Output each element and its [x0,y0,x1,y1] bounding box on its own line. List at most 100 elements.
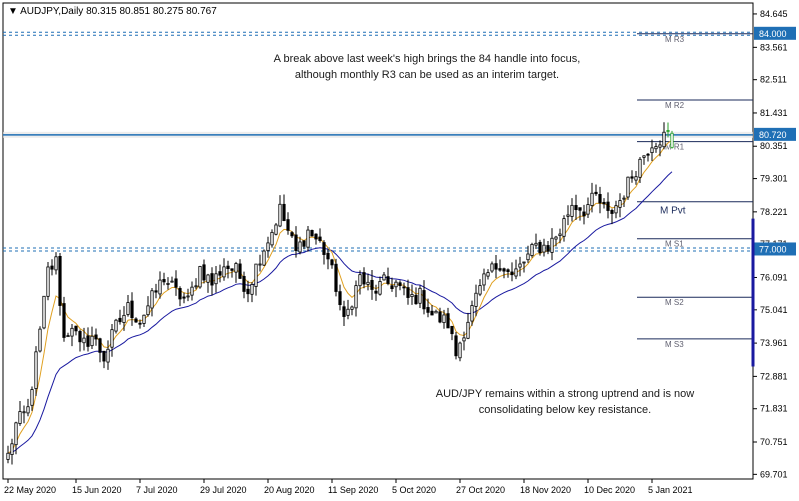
candle-body [650,147,654,154]
candle-body [494,263,498,270]
candle-body [414,294,418,305]
candle-body [246,288,250,295]
candle-body [30,389,34,406]
candle-body [134,318,138,323]
candle-body [94,334,98,340]
candle-body [266,242,270,252]
candle-body [318,236,322,241]
candle-body [202,264,206,281]
candle-body [642,155,646,158]
candle-body [606,201,610,211]
candle-body [6,452,10,460]
candle-body [74,325,78,332]
candle-body [362,272,366,285]
candle-body [302,240,306,247]
candle-body [258,263,262,266]
candle-body [622,197,626,200]
candle-body [118,317,122,323]
candle-body [342,306,346,317]
y-tick-label-9: 75.041 [760,305,788,315]
candle-body [314,233,318,240]
pivot-label-3: M Pvt [660,206,686,217]
y-tick-label-0: 84.645 [760,9,788,19]
candle-body [574,205,578,211]
candle-body [70,327,74,337]
candle-body [538,241,542,254]
pivot-label-6: M S3 [665,340,684,349]
candle-body [166,283,170,285]
candle-body [26,406,30,414]
x-tick-label-3: 29 Jul 2020 [200,485,247,495]
candle-body [306,229,310,248]
candle-body [298,241,302,253]
candle-body [54,256,58,271]
candle-body [646,153,650,156]
candle-body [594,191,598,195]
x-tick-label-1: 15 Jun 2020 [72,485,122,495]
candle-body [14,422,18,446]
candle-body [206,274,210,283]
candle-body [198,266,202,288]
candle-body [182,296,186,299]
candle-body [438,311,442,323]
candle-body [186,295,190,298]
candle-body [278,203,282,227]
candle-body [226,265,230,270]
candle-body [290,232,294,237]
candle-body [546,245,550,252]
candle-body [322,242,326,255]
candle-body [350,306,354,310]
candle-body [378,281,382,295]
y-tick-label-10: 73.961 [760,338,788,348]
candle-body [126,302,130,315]
candle-body [430,310,434,316]
x-tick-label-7: 27 Oct 2020 [456,485,505,495]
candle-body [634,176,638,181]
candle-body [122,314,126,323]
x-tick-label-0: 22 May 2020 [4,485,56,495]
candle-body [398,282,402,286]
pivot-label-1: M R2 [665,101,685,110]
candle-body [542,244,546,253]
candle-body [586,204,590,215]
candle-body [434,310,438,314]
x-tick-label-6: 5 Oct 2020 [392,485,436,495]
candle-body [38,328,42,352]
candle-body [626,176,630,198]
candle-body [42,295,46,329]
candle-body [550,237,554,253]
candle-body [426,307,430,313]
annotation-bottom: AUD/JPY remains within a strong uptrend … [435,388,695,416]
x-tick-label-9: 10 Dec 2020 [584,485,635,495]
candle-body [442,314,446,324]
x-tick-label-8: 18 Nov 2020 [520,485,571,495]
candle-body [354,285,358,309]
candle-body [46,266,50,297]
candle-body [602,201,606,205]
candle-body [498,268,502,271]
candle-body [98,338,102,353]
candle-body [474,292,478,307]
candle-body [374,290,378,294]
candle-body [254,263,258,287]
candle-body [654,146,658,150]
candle-body [158,279,162,295]
x-tick-label-4: 20 Aug 2020 [264,485,315,495]
candle-body [658,144,662,148]
candle-body [170,280,174,283]
candle-body [630,176,634,179]
x-tick-label-10: 5 Jan 2021 [648,485,693,495]
y-tick-label-8: 76.091 [760,272,788,282]
pivot-label-0: M R3 [665,35,685,44]
candle-body [370,279,374,290]
candle-body [270,231,274,246]
candle-body [562,218,566,237]
candle-body [366,281,370,285]
y-tick-label-14: 69.701 [760,469,788,479]
candle-body [10,443,14,455]
candle-body [190,286,194,296]
y-tick-label-13: 70.751 [760,437,788,447]
candle-body [486,272,490,277]
pivot-label-5: M S2 [665,298,684,307]
candle-body [174,278,178,288]
